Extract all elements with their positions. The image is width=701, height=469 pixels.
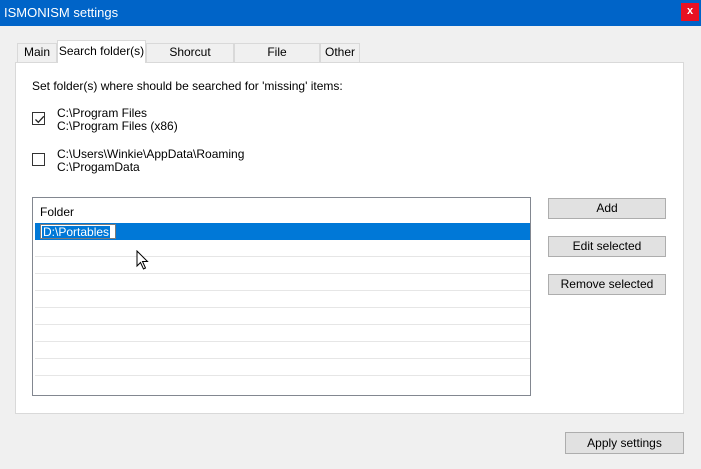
- remove-selected-button[interactable]: Remove selected: [548, 274, 666, 295]
- apply-settings-button-label: Apply settings: [587, 436, 662, 450]
- checkmark-icon: [35, 115, 45, 124]
- list-item[interactable]: [35, 257, 530, 274]
- folder-column-header: Folder: [40, 205, 75, 219]
- list-item[interactable]: [35, 342, 530, 359]
- mouse-pointer-icon: [136, 250, 149, 270]
- apply-settings-button[interactable]: Apply settings: [565, 432, 684, 454]
- program-files-x86-path: C:\Program Files (x86): [57, 119, 178, 133]
- title-bar: ISMONISM settings x: [0, 0, 701, 26]
- search-description: Set folder(s) where should be searched f…: [32, 79, 343, 93]
- program-files-checkbox[interactable]: [32, 112, 45, 125]
- tab-file-extensions[interactable]: File extension(s): [234, 43, 320, 76]
- list-item[interactable]: [35, 240, 530, 257]
- tab-search-folders-label: Search folder(s): [58, 44, 145, 58]
- folder-edit-field[interactable]: D:\Portables: [40, 224, 116, 239]
- add-button-label: Add: [596, 201, 618, 215]
- tab-search-folders[interactable]: Search folder(s): [57, 40, 146, 63]
- tab-other-label: Other: [324, 45, 355, 59]
- list-item[interactable]: [35, 359, 530, 376]
- tab-other[interactable]: Other: [320, 43, 360, 62]
- tab-shortcut-folders[interactable]: Shorcut folder(s): [146, 43, 234, 76]
- window-title: ISMONISM settings: [4, 5, 119, 20]
- list-item[interactable]: [35, 325, 530, 342]
- remove-selected-button-label: Remove selected: [560, 277, 654, 291]
- appdata-checkbox[interactable]: [32, 153, 45, 166]
- list-item[interactable]: [35, 274, 530, 291]
- list-item[interactable]: [35, 291, 530, 308]
- add-button[interactable]: Add: [548, 198, 666, 219]
- edit-selected-button[interactable]: Edit selected: [548, 236, 666, 257]
- list-item[interactable]: D:\Portables: [35, 223, 530, 240]
- programdata-path: C:\ProgamData: [57, 160, 140, 174]
- folder-edit-value: D:\Portables: [42, 225, 111, 239]
- tab-main-label: Main: [23, 45, 50, 59]
- close-icon: x: [686, 5, 694, 17]
- folder-list[interactable]: Folder D:\Portables: [32, 197, 531, 396]
- close-button[interactable]: x: [681, 3, 699, 21]
- tab-main[interactable]: Main: [17, 43, 57, 62]
- edit-selected-button-label: Edit selected: [572, 239, 642, 253]
- list-item[interactable]: [35, 308, 530, 325]
